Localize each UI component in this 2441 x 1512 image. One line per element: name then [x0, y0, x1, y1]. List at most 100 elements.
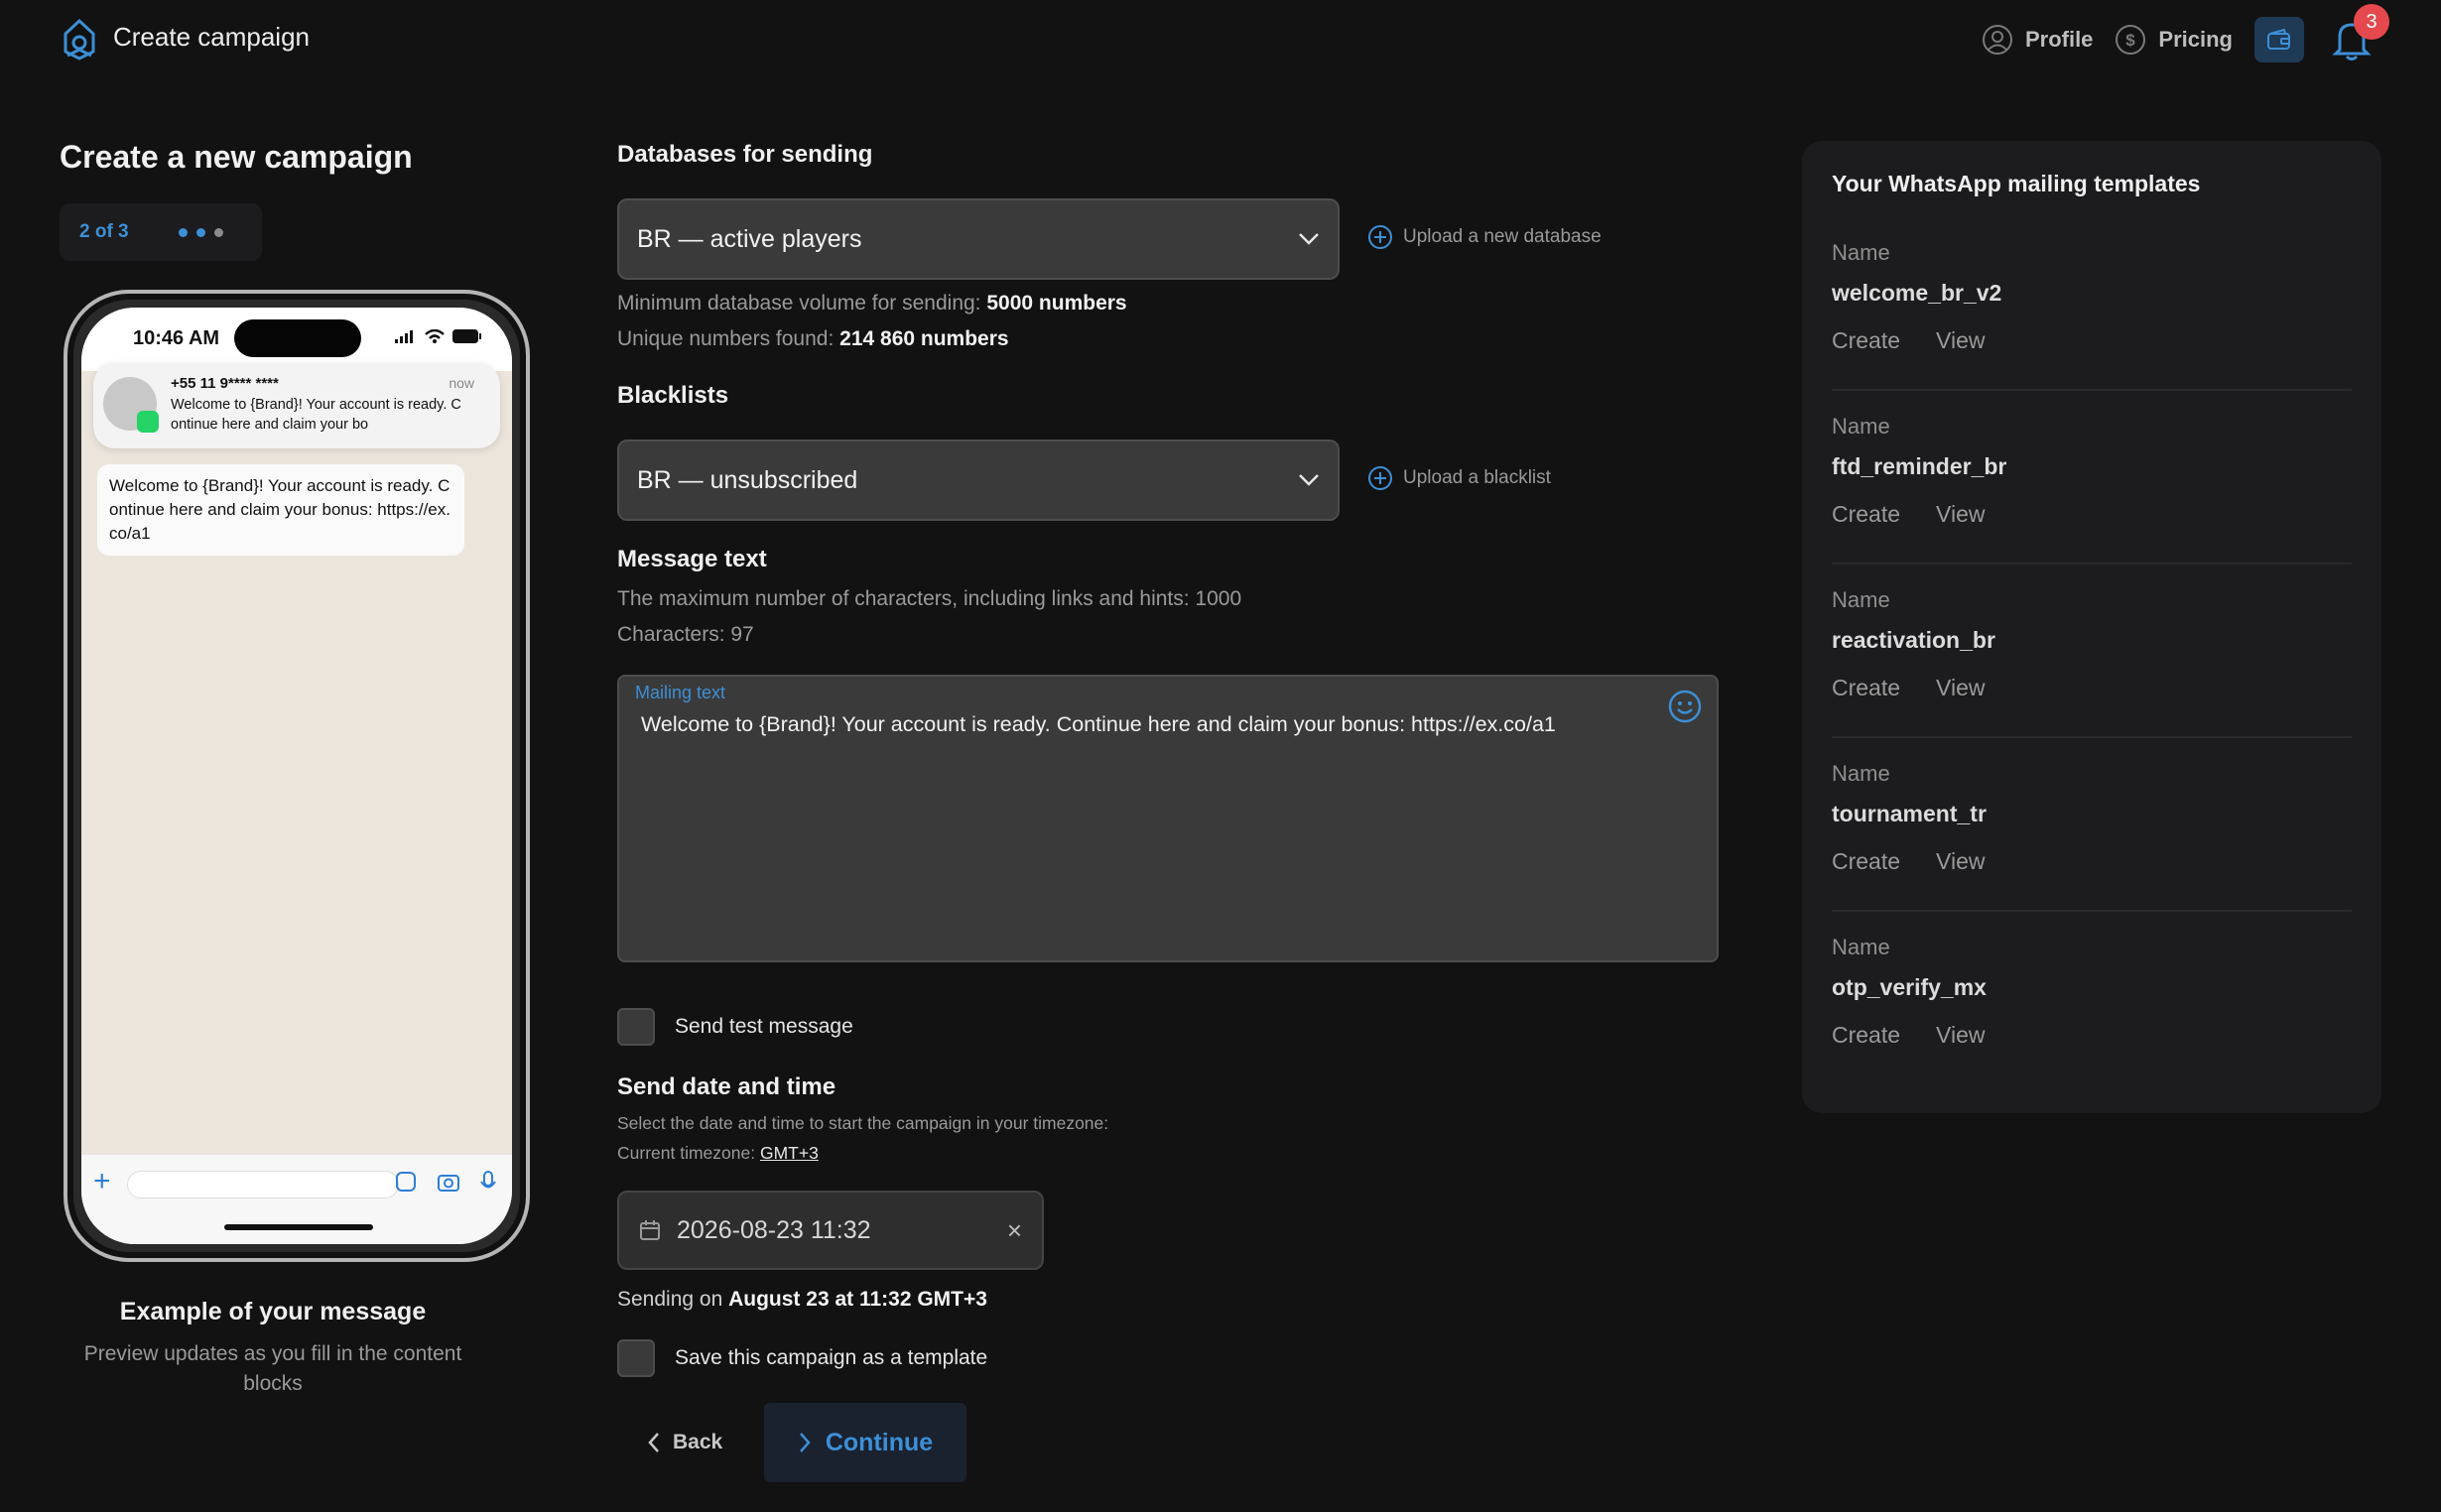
phone-time: 10:46 AM [133, 327, 220, 349]
phone-screen: 10:46 AM +55 11 9**** **** now Welcome t… [81, 308, 512, 1244]
example-title: Example of your message [119, 1298, 427, 1325]
template-item: Name tournament_tr Create View [1832, 761, 2352, 935]
template-name: tournament_tr [1832, 801, 1987, 826]
template-create-button[interactable]: Create [1832, 675, 1900, 701]
notifications-button[interactable]: 3 [2326, 4, 2389, 65]
chevron-left-icon [648, 1433, 659, 1452]
chat-icons [395, 1171, 496, 1195]
mailing-text-field[interactable]: Mailing text Welcome to {Brand}! Your ac… [617, 675, 1719, 962]
database-select[interactable]: BR — active players [617, 198, 1340, 280]
template-create-button[interactable]: Create [1832, 1022, 1900, 1049]
nav-profile[interactable]: Profile [1982, 24, 2093, 56]
sending-summary: Sending on August 23 at 11:32 GMT+3 [617, 1288, 987, 1312]
template-name-label: Name [1832, 761, 1890, 786]
home-indicator [224, 1224, 373, 1230]
template-view-button[interactable]: View [1936, 1022, 1985, 1049]
microphone-icon [480, 1171, 496, 1189]
template-item: Name reactivation_br Create View [1832, 587, 2352, 761]
template-divider [1832, 736, 2352, 738]
timezone-link[interactable]: GMT+3 [760, 1143, 819, 1163]
template-view-button[interactable]: View [1936, 501, 1985, 528]
mailing-text-label: Mailing text [635, 683, 726, 702]
plus-icon: + [93, 1165, 111, 1197]
step-indicator: 2 of 3 [60, 203, 262, 261]
template-actions: Create View [1832, 675, 1985, 701]
phone-status-icons [395, 329, 482, 343]
dynamic-island [234, 319, 361, 357]
plus-circle-icon [1368, 466, 1392, 490]
template-view-button[interactable]: View [1936, 675, 1985, 701]
mailing-text-value: Welcome to {Brand}! Your account is read… [641, 712, 1556, 736]
step-text: 2 of 3 [79, 221, 129, 242]
unique-numbers-info: Unique numbers found: 214 860 numbers [617, 327, 1009, 351]
preview-column: Create a new campaign 2 of 3 10:46 AM +5… [60, 139, 546, 1395]
databases-title: Databases for sending [617, 141, 873, 168]
step-dot-3 [213, 227, 223, 237]
unique-numbers-label: Unique numbers found: [617, 327, 835, 350]
continue-button[interactable]: Continue [764, 1403, 966, 1482]
template-item: Name otp_verify_mx Create View [1832, 935, 2352, 1108]
upload-database-link[interactable]: Upload a new database [1367, 224, 1602, 250]
signal-icon [395, 330, 413, 343]
sticker-icon [396, 1172, 416, 1192]
datetime-input[interactable]: 2026-08-23 11:32 × [617, 1191, 1044, 1270]
unique-numbers-value: 214 860 numbers [839, 327, 1009, 350]
template-create-button[interactable]: Create [1832, 501, 1900, 528]
template-name-label: Name [1832, 935, 1890, 959]
back-button[interactable]: Back [647, 1403, 722, 1482]
template-item: Name welcome_br_v2 Create View [1832, 240, 2352, 414]
template-view-button[interactable]: View [1936, 327, 1985, 354]
wifi-icon [425, 329, 445, 343]
clear-icon[interactable]: × [1007, 1215, 1022, 1246]
template-create-button[interactable]: Create [1832, 848, 1900, 875]
timezone-info: Current timezone: GMT+3 [617, 1143, 819, 1164]
blacklist-select[interactable]: BR — unsubscribed [617, 440, 1340, 521]
sending-prefix: Sending on [617, 1288, 723, 1311]
template-divider [1832, 910, 2352, 912]
plus-circle-icon [1368, 225, 1392, 249]
template-name-label: Name [1832, 587, 1890, 612]
upload-blacklist-label: Upload a blacklist [1403, 467, 1551, 488]
calendar-icon [640, 1220, 660, 1240]
template-name: welcome_br_v2 [1832, 280, 2002, 306]
example-subtitle: Preview updates as you fill in the conte… [83, 1342, 462, 1395]
app-title: Create campaign [113, 22, 310, 52]
whatsapp-icon [137, 411, 159, 433]
template-item: Name ftd_reminder_br Create View [1832, 414, 2352, 587]
save-template-label: Save this campaign as a template [675, 1346, 988, 1369]
save-template-row[interactable]: Save this campaign as a template [617, 1339, 987, 1377]
blacklist-select-value: BR — unsubscribed [637, 465, 858, 494]
template-name-label: Name [1832, 414, 1890, 439]
schedule-title: Send date and time [617, 1073, 836, 1100]
emoji-icon[interactable] [1667, 689, 1703, 724]
template-actions: Create View [1832, 327, 1985, 354]
step-dot-2 [195, 227, 205, 237]
template-name: ftd_reminder_br [1832, 453, 2007, 479]
top-nav: Profile $ Pricing 3 [1982, 4, 2389, 67]
template-actions: Create View [1832, 1022, 1985, 1049]
sending-value: August 23 at 11:32 GMT+3 [728, 1288, 987, 1311]
svg-text:$: $ [2126, 31, 2136, 50]
send-test-label: Send test message [675, 1015, 853, 1038]
send-test-row[interactable]: Send test message [617, 1008, 853, 1046]
app-logo-icon[interactable] [58, 18, 101, 62]
step-dots [178, 227, 223, 237]
template-create-button[interactable]: Create [1832, 327, 1900, 354]
wallet-button[interactable] [2254, 17, 2304, 63]
chevron-down-icon [1299, 233, 1319, 245]
chat-input-bar: + [81, 1155, 512, 1244]
wallet-icon [2267, 29, 2290, 50]
push-notification: +55 11 9**** **** now Welcome to {Brand}… [93, 363, 500, 448]
template-actions: Create View [1832, 848, 1985, 875]
upload-blacklist-link[interactable]: Upload a blacklist [1367, 465, 1551, 491]
send-test-checkbox[interactable] [617, 1008, 655, 1046]
template-name: reactivation_br [1832, 627, 1995, 653]
nav-pricing[interactable]: $ Pricing [2115, 24, 2233, 56]
schedule-info: Select the date and time to start the ca… [617, 1113, 1109, 1133]
upload-database-label: Upload a new database [1403, 226, 1602, 247]
dollar-icon: $ [2116, 25, 2146, 55]
save-template-checkbox[interactable] [617, 1339, 655, 1377]
template-view-button[interactable]: View [1936, 848, 1985, 875]
top-bar: Create campaign Profile $ Pricing 3 [0, 0, 2441, 79]
timezone-label: Current timezone: [617, 1143, 756, 1163]
